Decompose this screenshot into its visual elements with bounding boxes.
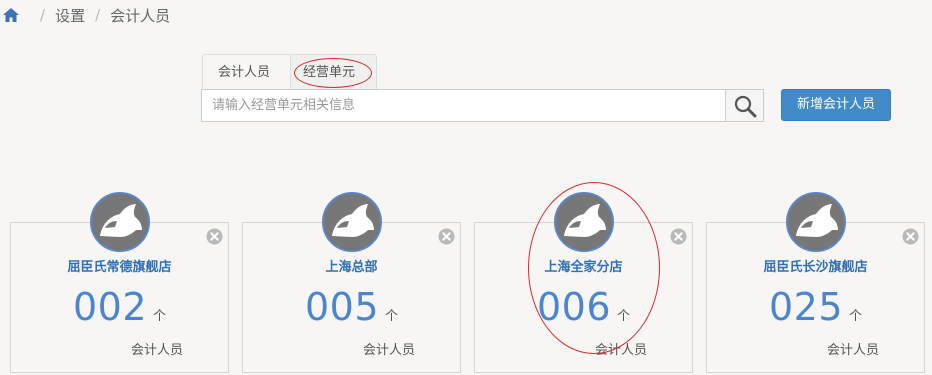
accountant-count: 006 [536,285,611,329]
unit-card[interactable]: 上海全家分店 006 个 会计人员 [474,192,693,373]
rhino-avatar-icon [89,192,150,252]
tab-business-units[interactable]: 经营单元 [291,54,377,89]
count-row: 006 个 [475,285,692,329]
close-circle-icon[interactable] [902,228,919,245]
accountant-count: 005 [304,285,379,329]
tab-business-units-label: 经营单元 [303,65,356,80]
add-accountant-button[interactable]: 新增会计人员 [781,89,891,121]
home-icon[interactable] [2,6,20,24]
search-input[interactable] [202,90,725,121]
search-icon [734,95,756,117]
card-title: 屈臣氏长沙旗舰店 [763,260,868,275]
search-box [201,89,764,122]
rhino-avatar-icon [321,192,382,252]
accountant-count: 025 [768,285,843,329]
count-row: 005 个 [243,285,460,329]
breadcrumb-item-settings[interactable]: 设置 [55,5,85,26]
close-circle-icon[interactable] [206,228,223,245]
card-label: 会计人员 [827,343,880,358]
count-unit: 个 [385,309,399,324]
accountant-count: 002 [72,285,147,329]
unit-card[interactable]: 屈臣氏长沙旗舰店 025 个 会计人员 [706,192,925,373]
count-unit: 个 [153,309,167,324]
breadcrumb-separator: / [40,6,46,24]
search-button[interactable] [725,90,763,121]
card-label: 会计人员 [363,343,416,358]
rhino-avatar-icon [785,192,846,252]
count-unit: 个 [617,309,631,324]
tab-bar: 会计人员 经营单元 [202,54,377,89]
tab-accountants[interactable]: 会计人员 [202,54,291,89]
unit-card[interactable]: 屈臣氏常德旗舰店 002 个 会计人员 [10,192,229,373]
card-title: 上海全家分店 [544,260,623,275]
close-circle-icon[interactable] [670,228,687,245]
rhino-avatar-icon [553,192,614,252]
card-label: 会计人员 [595,343,648,358]
count-row: 025 个 [707,285,924,329]
count-row: 002 个 [11,285,228,329]
breadcrumb: / 设置 / 会计人员 [2,4,170,26]
count-unit: 个 [849,309,863,324]
breadcrumb-separator: / [95,6,101,24]
close-circle-icon[interactable] [438,228,455,245]
card-title: 屈臣氏常德旗舰店 [67,260,172,275]
card-label: 会计人员 [131,343,184,358]
breadcrumb-item-current: 会计人员 [110,6,171,25]
unit-card[interactable]: 上海总部 005 个 会计人员 [242,192,461,373]
card-title: 上海总部 [325,260,378,275]
